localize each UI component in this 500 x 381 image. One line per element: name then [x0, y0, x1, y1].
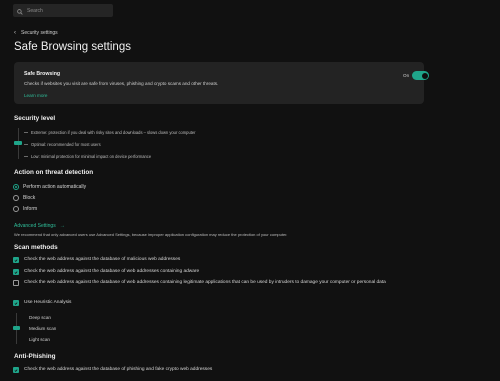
checkbox-checked-icon[interactable] [13, 300, 19, 306]
heuristic-slider-thumb[interactable] [13, 326, 20, 330]
security-level-heading: Security level [14, 115, 56, 122]
advanced-settings-link[interactable]: Advanced Settings → [14, 223, 65, 229]
checkbox-checked-icon[interactable] [13, 367, 19, 373]
checkbox-checked-icon[interactable] [13, 269, 19, 275]
card-title: Safe Browsing [24, 71, 61, 77]
level-low[interactable]: Low: minimal protection for minimal impa… [24, 154, 151, 159]
heuristic-deep-label: Deep scan [29, 315, 51, 320]
radio-selected-icon[interactable] [13, 184, 19, 190]
radio-block-label: Block [23, 195, 36, 201]
heuristic-medium[interactable]: Medium scan [29, 326, 56, 331]
arrow-right-icon: → [59, 223, 65, 229]
checkbox-unchecked-icon[interactable] [13, 280, 19, 286]
scan-legit-apps-label: Check the web address against the databa… [24, 280, 386, 285]
level-extreme-label: Extreme: protection if you deal with ris… [31, 130, 196, 135]
heuristic-light-label: Light scan [29, 337, 50, 342]
radio-perform-action[interactable]: Perform action automatically [13, 184, 86, 190]
chevron-left-icon: ‹ [14, 29, 16, 36]
heuristic-checkbox-row[interactable]: Use Heuristic Analysis [13, 299, 408, 308]
learn-more-link[interactable]: Learn more [24, 93, 48, 98]
heuristic-light[interactable]: Light scan [29, 337, 50, 342]
heuristic-deep[interactable]: Deep scan [29, 315, 51, 320]
radio-perform-action-label: Perform action automatically [23, 184, 87, 190]
heuristic-label: Use Heuristic Analysis [24, 300, 72, 305]
scan-adware-label: Check the web address against the databa… [24, 269, 200, 274]
radio-icon[interactable] [13, 206, 19, 212]
page-title: Safe Browsing settings [14, 41, 131, 53]
anti-phishing-heading: Anti-Phishing [14, 353, 56, 360]
level-optimal[interactable]: Optimal: recommended for most users [24, 142, 101, 147]
scan-adware-checkbox-row[interactable]: Check the web address against the databa… [13, 268, 408, 277]
card-description: Checks if websites you visit are safe fr… [24, 81, 219, 86]
level-extreme[interactable]: Extreme: protection if you deal with ris… [24, 130, 196, 135]
scan-methods-heading: Scan methods [14, 244, 58, 251]
radio-icon[interactable] [13, 195, 19, 201]
radio-inform[interactable]: Inform [13, 206, 37, 212]
toggle-label: On [403, 73, 410, 78]
anti-phishing-label: Check the web address against the databa… [24, 367, 213, 372]
anti-phishing-checkbox-row[interactable]: Check the web address against the databa… [13, 366, 408, 375]
scan-malicious-label: Check the web address against the databa… [24, 257, 181, 262]
safe-browsing-toggle[interactable] [412, 71, 429, 80]
level-optimal-label: Optimal: recommended for most users [31, 142, 101, 147]
heuristic-medium-label: Medium scan [29, 326, 57, 331]
scan-legit-apps-checkbox-row[interactable]: Check the web address against the databa… [13, 279, 408, 288]
scan-malicious-checkbox-row[interactable]: Check the web address against the databa… [13, 256, 408, 265]
search-icon [17, 2, 23, 20]
search-input[interactable]: Search [13, 4, 113, 17]
checkbox-checked-icon[interactable] [13, 257, 19, 263]
breadcrumb-label: Security settings [21, 30, 58, 36]
advanced-settings-note: We recommend that only advanced users us… [14, 232, 288, 237]
radio-block[interactable]: Block [13, 195, 35, 201]
advanced-settings-label: Advanced Settings [14, 223, 56, 229]
radio-inform-label: Inform [23, 206, 38, 212]
search-placeholder: Search [27, 7, 43, 14]
security-level-slider-thumb[interactable] [14, 141, 22, 145]
breadcrumb[interactable]: ‹ Security settings [14, 29, 58, 37]
level-low-label: Low: minimal protection for minimal impa… [31, 154, 152, 159]
threat-action-heading: Action on threat detection [14, 169, 94, 176]
safe-browsing-card: Safe Browsing Checks if websites you vis… [14, 62, 429, 104]
